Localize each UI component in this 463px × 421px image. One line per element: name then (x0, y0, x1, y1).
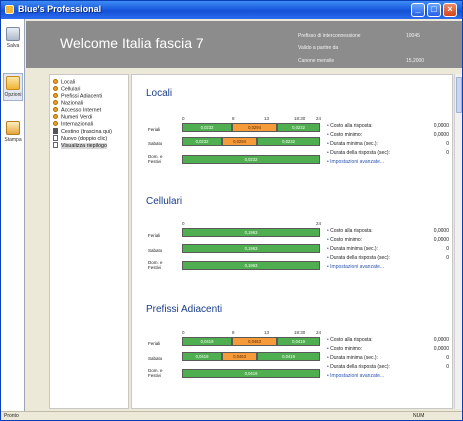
save-label: Salva (6, 43, 20, 49)
monthly-fee-label: Canone mensile (298, 58, 335, 64)
nav-item-nuovo[interactable]: Nuovo (doppio clic) (53, 135, 107, 142)
valid-from-label: Valido a partire da (298, 45, 339, 51)
dot-icon (53, 86, 58, 91)
section-title-locali: Locali (146, 88, 173, 99)
info-block: Costo alla risposta:0,0000 Costo minimo:… (327, 227, 449, 272)
advanced-settings-link[interactable]: Impostazioni avanzate... (327, 372, 449, 381)
options-button[interactable]: Opzioni (3, 73, 23, 101)
row-label-festivi: Dom. e Festivi (148, 154, 163, 164)
rate-cell: 0,0463 (232, 337, 277, 346)
app-icon (5, 5, 14, 14)
nav-item-locali[interactable]: Locali (53, 79, 75, 86)
nav-item-numeri-verdi[interactable]: Numeri Verdi (53, 114, 92, 121)
trash-icon (53, 128, 58, 134)
category-tree: Locali Cellulari Prefissi Adiacenti Nazi… (49, 74, 129, 409)
nav-item-cellulari[interactable]: Cellulari (53, 86, 80, 93)
row-label-sabato: Sabato (148, 356, 163, 361)
nav-item-accesso-internet[interactable]: Accesso Internet (53, 107, 101, 114)
print-icon (6, 121, 20, 135)
dot-icon (53, 114, 58, 119)
rate-cell: 0,1963 (182, 244, 320, 253)
options-icon (6, 76, 20, 90)
status-bar: Pronto NUM (1, 411, 462, 420)
row-label-sabato: Sabato (148, 141, 163, 146)
rate-cell: 0,0294 (232, 123, 277, 132)
interconnect-prefix-value: 10045 (406, 33, 420, 39)
minimize-button[interactable]: _ (411, 3, 425, 17)
monthly-fee-value: 15,2000 (406, 58, 425, 64)
row-label-feriali: Feriali (148, 127, 161, 132)
rate-cell: 0,0294 (222, 137, 257, 146)
summary-panel: Locali 0 8 13 18:30 24 Feriali 0,0232 0,… (131, 74, 453, 409)
save-button[interactable]: Salva (3, 27, 23, 49)
vertical-scrollbar[interactable] (454, 74, 462, 409)
window-title: Blue's Professional (18, 4, 102, 14)
time-axis: 0 8 13 18:30 24 (182, 330, 322, 335)
section-title-cellulari: Cellulari (146, 196, 183, 207)
info-block: Costo alla risposta:0,0000 Costo minimo:… (327, 336, 449, 381)
dot-icon (53, 79, 58, 84)
close-button[interactable]: × (443, 3, 457, 17)
save-icon (6, 27, 20, 41)
nav-item-prefissi-adiacenti[interactable]: Prefissi Adiacenti (53, 93, 102, 100)
app-window: Blue's Professional _ □ × Salva Opzioni … (0, 0, 463, 421)
scroll-thumb[interactable] (456, 77, 462, 113)
nav-item-internazionali[interactable]: Internazionali (53, 121, 93, 128)
dot-icon (53, 93, 58, 98)
title-bar[interactable]: Blue's Professional _ □ × (1, 1, 462, 19)
num-lock-indicator: NUM (413, 413, 425, 419)
time-axis: 0 24 (182, 221, 322, 226)
rate-cell: 0,1963 (182, 228, 320, 237)
advanced-settings-link[interactable]: Impostazioni avanzate... (327, 263, 449, 272)
rate-cell: 0,0419 (182, 352, 222, 361)
rate-cell: 0,0232 (182, 155, 320, 164)
rate-cell: 0,0419 (257, 352, 320, 361)
rate-cell: 0,0419 (182, 369, 320, 378)
page-title: Welcome Italia fascia 7 (60, 35, 204, 51)
section-title-prefissi-adiacenti: Prefissi Adiacenti (146, 304, 223, 315)
dot-icon (53, 121, 58, 126)
dot-icon (53, 107, 58, 112)
rate-cell: 0,0232 (277, 123, 320, 132)
nav-item-cestino[interactable]: Cestino (trascina qui) (53, 128, 112, 135)
info-block: Costo alla risposta:0,0000 Costo minimo:… (327, 122, 449, 167)
print-label: Stampa (4, 137, 22, 143)
rate-cell: 0,0232 (182, 137, 222, 146)
plan-header: Welcome Italia fascia 7 Prefisso di inte… (26, 21, 462, 68)
side-toolbar: Salva Opzioni Stampa (1, 19, 25, 411)
interconnect-prefix-label: Prefisso di interconnessione (298, 33, 361, 39)
row-label-sabato: Sabato (148, 248, 163, 253)
rate-cell: 0,0419 (277, 337, 320, 346)
status-text: Pronto (4, 413, 19, 419)
new-doc-icon (53, 135, 58, 141)
rate-cell: 0,0232 (182, 123, 232, 132)
print-button[interactable]: Stampa (3, 121, 23, 143)
rate-cell: 0,0232 (257, 137, 320, 146)
row-label-feriali: Feriali (148, 341, 161, 346)
rate-cell: 0,0463 (222, 352, 257, 361)
nav-item-nazionali[interactable]: Nazionali (53, 100, 83, 107)
rate-cell: 0,1963 (182, 261, 320, 270)
nav-item-riepilogo[interactable]: Visualizza riepilogo (53, 142, 108, 149)
doc-icon (53, 142, 58, 148)
time-axis: 0 8 13 18:30 24 (182, 116, 322, 121)
options-label: Opzioni (4, 92, 22, 98)
rate-cell: 0,0419 (182, 337, 232, 346)
row-label-festivi: Dom. e Festivi (148, 260, 163, 270)
row-label-feriali: Feriali (148, 233, 161, 238)
row-label-festivi: Dom. e Festivi (148, 368, 163, 378)
dot-icon (53, 100, 58, 105)
maximize-button[interactable]: □ (427, 3, 441, 17)
advanced-settings-link[interactable]: Impostazioni avanzate... (327, 158, 449, 167)
